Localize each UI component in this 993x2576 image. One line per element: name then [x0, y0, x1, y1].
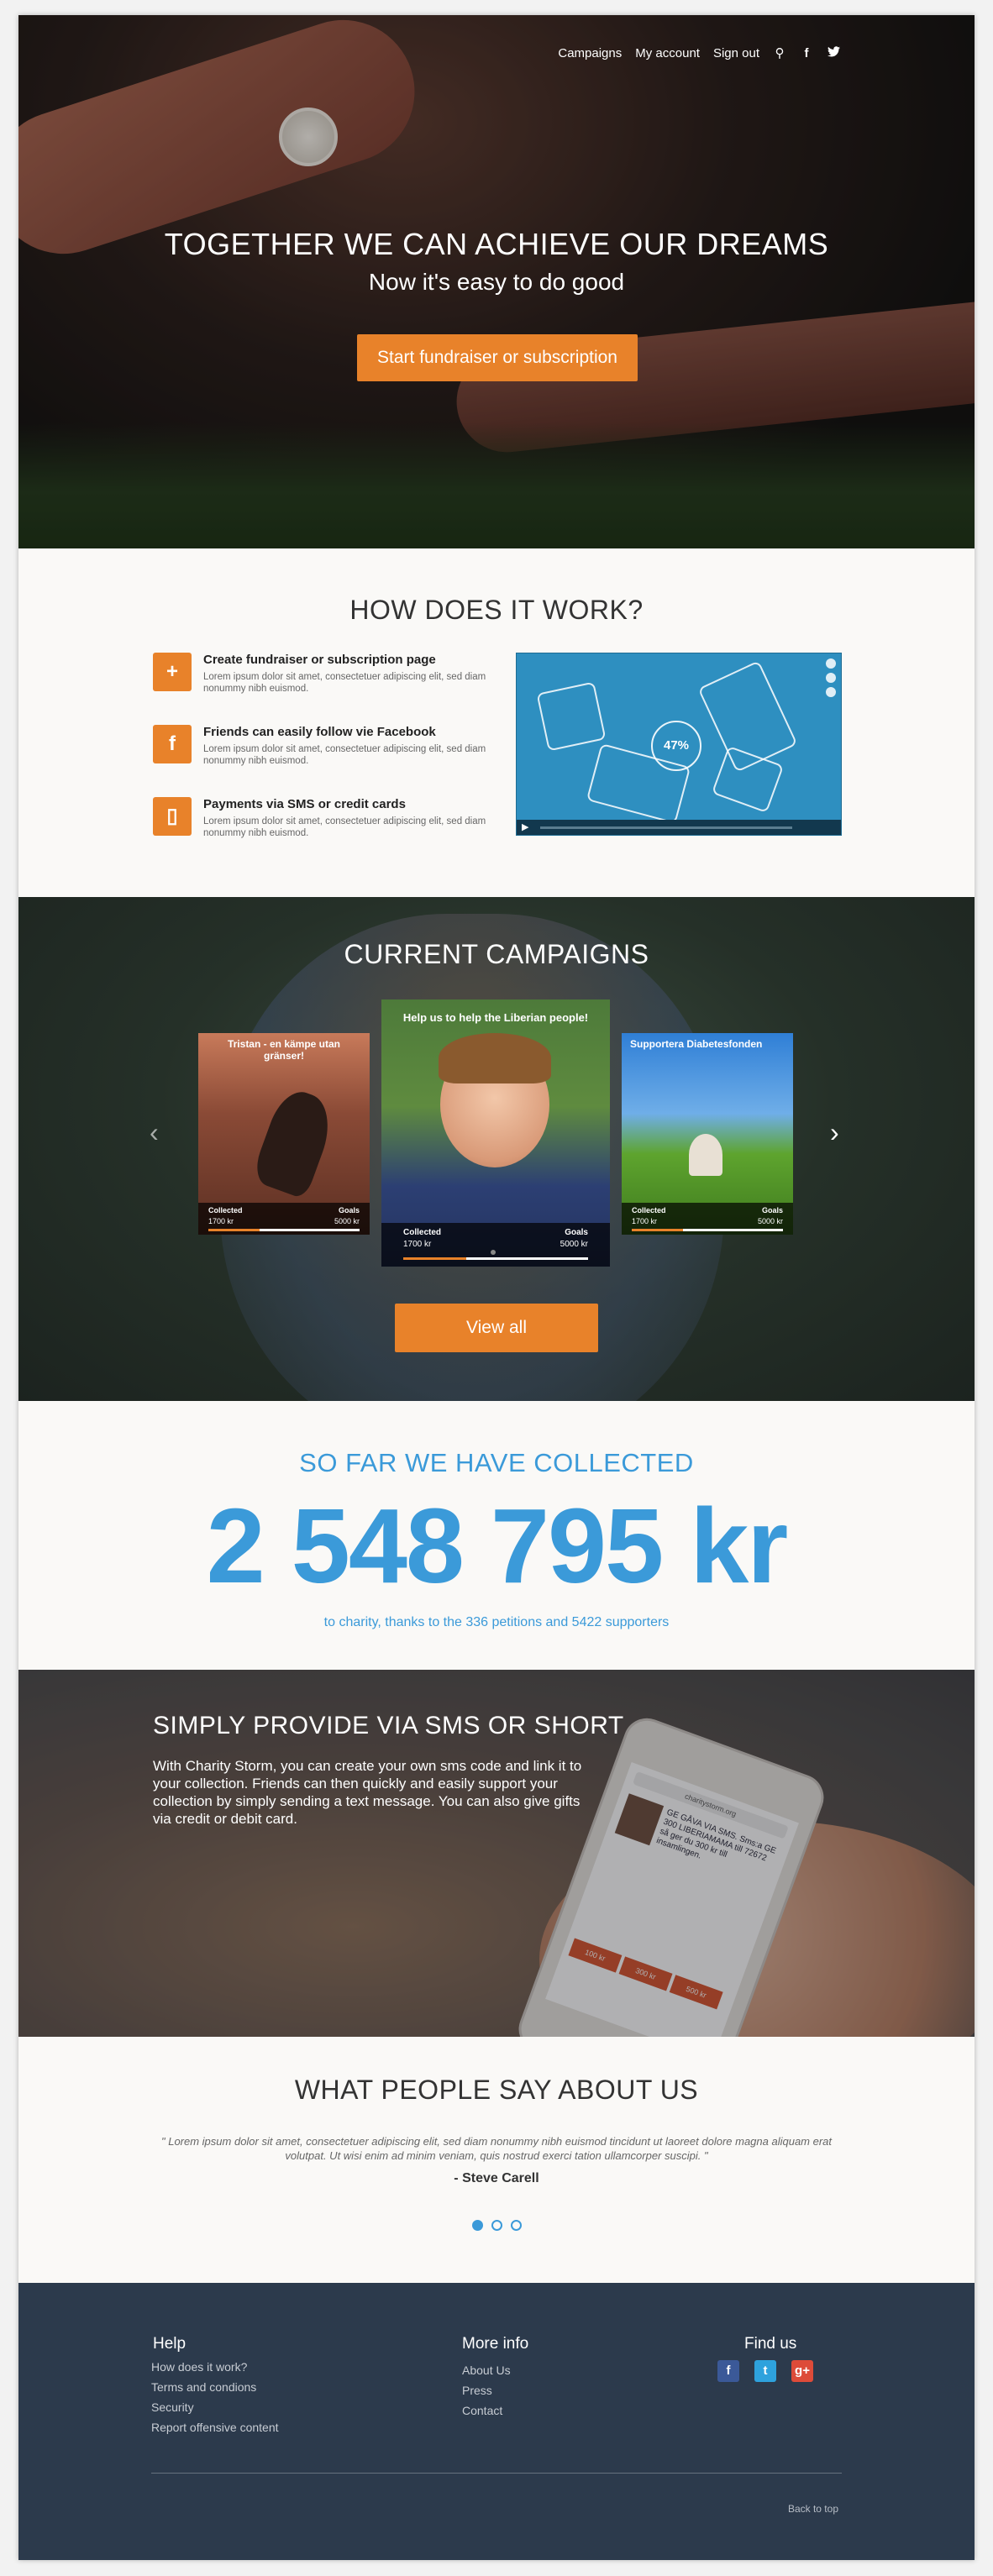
campaign-title: Tristan - en kämpe utan gränser! — [227, 1038, 341, 1062]
video-progress-bar[interactable] — [540, 826, 792, 829]
step-title: Friends can easily follow vie Facebook — [203, 725, 436, 739]
step-text: Lorem ipsum dolor sit amet, consectetuer… — [203, 744, 486, 766]
campaign-image — [689, 1134, 722, 1176]
step-create: + Create fundraiser or subscription page… — [153, 653, 489, 703]
video-badge: 47% — [651, 721, 701, 771]
how-it-works-section: HOW DOES IT WORK? + Create fundraiser or… — [18, 548, 975, 897]
back-to-top-link[interactable]: Back to top — [788, 2503, 838, 2515]
play-icon[interactable]: ▶ — [522, 821, 528, 832]
footer-divider — [151, 2473, 842, 2474]
sms-title: SIMPLY PROVIDE VIA SMS OR SHORT — [153, 1712, 624, 1739]
footer-find-title: Find us — [744, 2335, 797, 2353]
nav-my-account-link[interactable]: My account — [635, 46, 700, 60]
campaigns-title: CURRENT CAMPAIGNS — [344, 939, 649, 969]
twitter-icon[interactable] — [827, 45, 840, 60]
google-plus-icon[interactable]: g+ — [791, 2360, 813, 2382]
search-icon[interactable]: ⚲ — [773, 45, 786, 60]
pager-dot[interactable] — [472, 2220, 483, 2231]
twitter-icon[interactable]: t — [754, 2360, 776, 2382]
video-illustration — [711, 745, 785, 814]
testimonial-pager — [472, 2220, 522, 2231]
footer-link[interactable]: Security — [151, 2400, 279, 2414]
step-facebook: f Friends can easily follow vie Facebook… — [153, 725, 489, 775]
footer-link[interactable]: About Us — [462, 2364, 511, 2377]
carousel-prev-icon[interactable]: ‹ — [150, 1117, 159, 1148]
testimonials-title: WHAT PEOPLE SAY ABOUT US — [294, 2075, 699, 2105]
footer-help-title: Help — [153, 2335, 187, 2353]
campaign-progress-bar — [403, 1257, 588, 1260]
campaign-card[interactable]: Supportera Diabetesfonden Collected 1700 … — [622, 1033, 793, 1235]
footer-link[interactable]: Terms and condions — [151, 2380, 279, 2394]
campaign-image-hair — [439, 1033, 551, 1083]
how-video-player[interactable]: 47% ▶ — [516, 653, 842, 836]
hero-section: Campaigns My account Sign out ⚲ f TOGETH… — [18, 15, 975, 548]
footer-link[interactable]: How does it work? — [151, 2360, 279, 2374]
collected-amount: 2 548 795 kr — [206, 1487, 789, 1605]
collected-stat: Collected 1700 kr — [403, 1228, 442, 1249]
facebook-icon[interactable]: f — [800, 46, 813, 60]
campaign-title: Help us to help the Liberian people! — [402, 1011, 589, 1024]
video-control-bar: ▶ — [517, 820, 841, 835]
step-text: Lorem ipsum dolor sit amet, consectetuer… — [203, 672, 486, 694]
footer-more-title: More info — [462, 2335, 529, 2353]
goal-stat: Goals 5000 kr — [560, 1228, 588, 1249]
campaign-progress-bar — [632, 1229, 783, 1231]
footer-more-links: About Us Press Contact — [462, 2364, 511, 2424]
footer-social: f t g+ — [717, 2360, 813, 2382]
campaign-stats: Collected 1700 kr Goals 5000 kr — [198, 1203, 370, 1235]
phone-icon: ▯ — [153, 797, 192, 836]
testimonial-quote: " Lorem ipsum dolor sit amet, consectetu… — [160, 2135, 833, 2162]
video-illustration — [536, 681, 607, 752]
plus-icon: + — [153, 653, 192, 691]
nav-sign-out-link[interactable]: Sign out — [713, 46, 759, 60]
nav-campaigns-link[interactable]: Campaigns — [558, 46, 622, 60]
video-side-controls — [826, 658, 838, 701]
clock-icon[interactable] — [826, 673, 836, 683]
share-icon[interactable] — [826, 687, 836, 697]
footer: Help How does it work? Terms and condion… — [18, 2283, 975, 2560]
pager-dot[interactable] — [511, 2220, 522, 2231]
step-title: Payments via SMS or credit cards — [203, 797, 406, 811]
footer-link[interactable]: Contact — [462, 2404, 511, 2417]
campaign-card[interactable]: Tristan - en kämpe utan gränser! Collect… — [198, 1033, 370, 1235]
step-title: Create fundraiser or subscription page — [203, 653, 436, 667]
footer-help-links: How does it work? Terms and condions Sec… — [151, 2360, 279, 2441]
carousel-next-icon[interactable]: › — [830, 1117, 839, 1148]
hero-headline: TOGETHER WE CAN ACHIEVE OUR DREAMS — [164, 227, 829, 261]
collected-note: to charity, thanks to the 336 petitions … — [323, 1615, 670, 1629]
campaign-image — [250, 1084, 340, 1200]
collected-title: SO FAR WE HAVE COLLECTED — [299, 1448, 694, 1477]
how-title: HOW DOES IT WORK? — [349, 595, 644, 625]
campaign-stats: Collected 1700 kr Goals 5000 kr — [381, 1223, 610, 1267]
campaign-stats: Collected 1700 kr Goals 5000 kr — [622, 1203, 793, 1235]
sms-section: charitystorm.org GE GÅVA VIA SMS. Sms:a … — [18, 1670, 975, 2037]
step-text: Lorem ipsum dolor sit amet, consectetuer… — [203, 816, 486, 838]
facebook-icon[interactable]: f — [717, 2360, 739, 2382]
campaign-title: Supportera Diabetesfonden — [630, 1038, 763, 1050]
step-payments: ▯ Payments via SMS or credit cards Lorem… — [153, 797, 489, 847]
collected-stat: Collected 1700 kr — [632, 1206, 666, 1225]
footer-link[interactable]: Press — [462, 2384, 511, 2397]
goal-stat: Goals 5000 kr — [757, 1206, 783, 1225]
card-indicator-dot — [491, 1250, 496, 1255]
goal-stat: Goals 5000 kr — [334, 1206, 360, 1225]
campaign-progress-bar — [208, 1229, 360, 1231]
campaign-card-featured[interactable]: Help us to help the Liberian people! Col… — [381, 999, 610, 1267]
hero-subheadline: Now it's easy to do good — [368, 269, 625, 295]
start-fundraiser-button[interactable]: Start fundraiser or subscription — [357, 334, 638, 381]
footer-link[interactable]: Report offensive content — [151, 2421, 279, 2434]
collected-section: SO FAR WE HAVE COLLECTED 2 548 795 kr to… — [18, 1401, 975, 1670]
testimonials-section: WHAT PEOPLE SAY ABOUT US " Lorem ipsum d… — [18, 2037, 975, 2283]
heart-icon[interactable] — [826, 658, 836, 669]
top-nav: Campaigns My account Sign out ⚲ f — [558, 45, 840, 60]
testimonial-author: - Steve Carell — [454, 2171, 539, 2185]
current-campaigns-section: CURRENT CAMPAIGNS ‹ Tristan - en kämpe u… — [18, 897, 975, 1401]
collected-stat: Collected 1700 kr — [208, 1206, 243, 1225]
facebook-icon: f — [153, 725, 192, 763]
view-all-button[interactable]: View all — [395, 1304, 598, 1352]
sms-text: With Charity Storm, you can create your … — [153, 1758, 582, 1827]
page: Campaigns My account Sign out ⚲ f TOGETH… — [18, 15, 975, 2560]
pager-dot[interactable] — [491, 2220, 502, 2231]
